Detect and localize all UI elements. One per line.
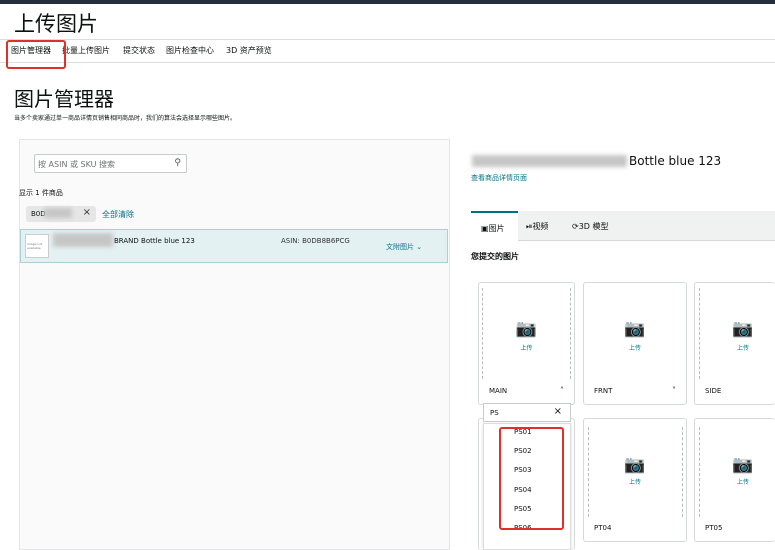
product-title: BRAND Bottle blue 123 xyxy=(114,237,195,245)
tab-image-check-center[interactable]: 图片检查中心 xyxy=(166,45,214,56)
chevron-down-icon: ⌄ xyxy=(416,243,423,251)
tab-videos-label: 视频 xyxy=(532,222,549,231)
slot-label: PT05 xyxy=(705,524,723,532)
attach-images-label: 文附图片 xyxy=(386,243,414,251)
slot-label: MAIN xyxy=(489,387,508,395)
tab-videos[interactable]: ⏯视频 xyxy=(526,211,566,241)
slot-footer[interactable]: MAIN ˄ xyxy=(479,380,574,404)
image-slot-side[interactable]: 📷 上传 SIDE xyxy=(694,282,775,405)
tab-images-label: 图片 xyxy=(488,224,505,233)
highlight-box xyxy=(499,427,564,530)
attach-images-toggle[interactable]: 文附图片 ⌄ xyxy=(386,242,422,252)
product-thumbnail: image not available xyxy=(25,234,49,258)
tab-nav: 图片管理器 批量上传图片 提交状态 图片检查中心 3D 资产预览 xyxy=(0,39,775,63)
result-count: 显示 1 件商品 xyxy=(19,189,63,197)
search-icon[interactable]: ⚲ xyxy=(174,158,181,168)
clear-all-link[interactable]: 全部清除 xyxy=(102,209,134,220)
tab-3d-model-label: 3D 模型 xyxy=(578,222,609,231)
slot-footer[interactable]: PT05 xyxy=(695,517,775,541)
upload-label[interactable]: 上传 xyxy=(703,343,775,352)
camera-icon: 📷 xyxy=(732,455,754,475)
search-input[interactable]: 按 ASIN 或 SKU 搜索 ⚲ xyxy=(34,154,187,173)
tab-images[interactable]: ▣图片 xyxy=(471,211,518,241)
slot-type-input[interactable]: PS × xyxy=(483,403,571,422)
slot-label: PT04 xyxy=(594,524,612,532)
filter-chip[interactable]: B0D × xyxy=(26,206,96,222)
product-row[interactable]: image not available BRAND Bottle blue 12… xyxy=(20,229,448,263)
upload-label[interactable]: 上传 xyxy=(479,343,574,352)
submitted-images-heading: 您提交的图片 xyxy=(471,252,519,261)
camera-icon: 📷 xyxy=(515,319,538,339)
slot-label: SIDE xyxy=(705,387,722,395)
upload-label[interactable]: 上传 xyxy=(584,477,686,486)
close-icon[interactable]: × xyxy=(83,207,91,218)
slot-label: FRNT xyxy=(594,387,613,395)
camera-icon: 📷 xyxy=(732,319,754,339)
product-asin: ASIN: B0DB8B6PCG xyxy=(281,237,350,245)
tab-bulk-upload[interactable]: 批量上传图片 xyxy=(62,45,110,56)
redacted-area xyxy=(53,233,113,247)
camera-icon: 📷 xyxy=(624,455,646,475)
search-placeholder: 按 ASIN 或 SKU 搜索 xyxy=(38,160,116,169)
image-icon: ▣ xyxy=(481,224,489,233)
top-bar xyxy=(0,0,775,4)
image-slot-main[interactable]: 📷 上传 MAIN ˄ xyxy=(478,282,575,405)
close-icon[interactable]: × xyxy=(554,406,562,417)
selected-product-title: Bottle blue 123 xyxy=(629,154,722,168)
media-tabs: ▣图片 ⏯视频 ⟳3D 模型 xyxy=(471,211,775,241)
chevron-down-icon: ˅ xyxy=(672,386,676,395)
tab-3d-model[interactable]: ⟳3D 模型 xyxy=(572,211,622,241)
slot-footer[interactable]: PT04 xyxy=(584,517,686,541)
manager-subtitle: 当多个卖家通过单一商品详情页销售相同商品时，我们的算法会选择显示哪些图片。 xyxy=(14,115,237,122)
image-slot-pt04[interactable]: 📷 上传 PT04 xyxy=(583,418,687,542)
image-slot-frnt[interactable]: 📷 上传 FRNT ˅ xyxy=(583,282,687,405)
tab-3d-asset-preview[interactable]: 3D 资产预览 xyxy=(226,45,272,56)
slot-type-value: PS xyxy=(490,409,499,417)
chevron-up-icon: ˄ xyxy=(560,386,564,395)
upload-label[interactable]: 上传 xyxy=(703,477,775,486)
camera-icon: 📷 xyxy=(624,319,646,339)
highlight-box xyxy=(6,40,66,69)
page-title: 上传图片 xyxy=(14,12,98,36)
upload-label[interactable]: 上传 xyxy=(584,343,686,352)
slot-footer[interactable]: FRNT ˅ xyxy=(584,380,686,404)
redacted-area xyxy=(44,208,72,218)
image-slot-pt05[interactable]: 📷 上传 PT05 xyxy=(694,418,775,542)
cube-icon: ⟳ xyxy=(572,222,579,231)
redacted-area xyxy=(472,155,627,167)
view-detail-page-link[interactable]: 查看商品详情页面 xyxy=(471,173,527,183)
product-list-panel xyxy=(19,139,450,550)
slot-footer[interactable]: SIDE xyxy=(695,380,775,404)
tab-submission-status[interactable]: 提交状态 xyxy=(123,45,155,56)
manager-title: 图片管理器 xyxy=(14,87,114,111)
